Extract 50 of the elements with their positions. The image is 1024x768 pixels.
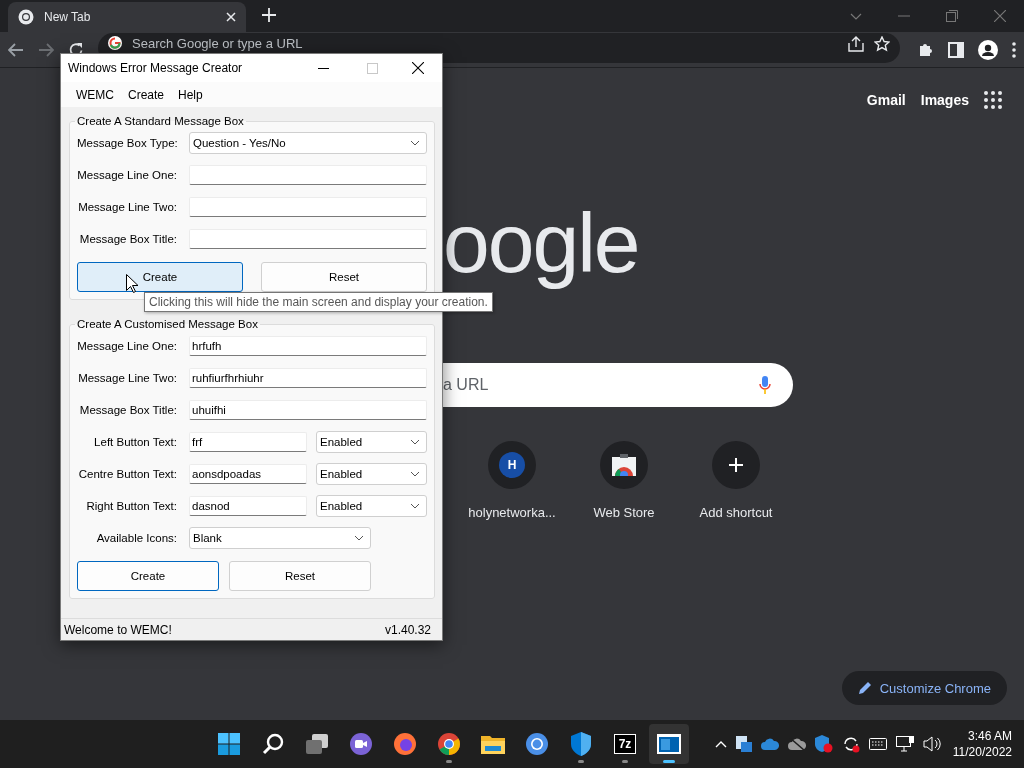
clock[interactable]: 3:46 AM 11/20/2022 [952, 728, 1012, 760]
site-letter-icon: H [499, 452, 525, 478]
header-link[interactable]: Images [920, 92, 969, 108]
text-field[interactable]: uhuifhi [189, 400, 427, 420]
status-message: Welcome to WEMC! [64, 622, 172, 637]
customize-button[interactable]: Customize Chrome [841, 671, 1007, 705]
field-label: Message Line Two: [77, 372, 177, 384]
menu-item[interactable]: Help [171, 87, 210, 102]
address-placeholder: Search Google or type a URL [132, 36, 304, 51]
dropdown[interactable]: Question - Yes/No [189, 132, 427, 154]
tooltip: Clicking this will hide the main screen and display your creation. [144, 292, 493, 312]
field-label: Right Button Text: [85, 500, 177, 512]
dialog-button[interactable]: Reset [261, 262, 427, 292]
dialog-button[interactable]: Create [77, 561, 219, 591]
dropdown[interactable]: Enabled [316, 463, 427, 485]
shortcut-label[interactable]: Web Store [593, 505, 655, 520]
dialog-button[interactable]: Create [77, 262, 243, 292]
text-field[interactable]: hrfufh [189, 336, 427, 356]
dropdown[interactable]: Enabled [316, 431, 427, 453]
field-label: Message Line One: [77, 340, 177, 352]
text-field[interactable]: dasnod [189, 496, 307, 516]
search-field[interactable]: a URL [443, 363, 793, 407]
field-label: Left Button Text: [93, 436, 177, 448]
version-label: v1.40.32 [384, 622, 431, 637]
tab-title: New Tab [44, 10, 92, 24]
shortcut-label[interactable]: Add shortcut [699, 505, 773, 520]
dialog-button[interactable]: Reset [229, 561, 371, 591]
shortcut-button[interactable]: H [488, 441, 536, 489]
field-label: Available Icons: [95, 532, 177, 544]
field-label: Message Box Title: [78, 404, 177, 416]
header-link[interactable]: Gmail [866, 92, 906, 108]
field-label: Message Line One: [77, 169, 177, 181]
group-title: Create A Customised Message Box [76, 318, 259, 330]
window-title: Windows Error Message Creator [68, 61, 244, 75]
text-field[interactable]: aonsdpoadas [189, 464, 307, 484]
field-label: Message Box Type: [77, 137, 177, 149]
dropdown[interactable]: Enabled [316, 495, 427, 517]
browser-tab[interactable]: New Tab [8, 2, 246, 32]
group-title: Create A Standard Message Box [76, 115, 245, 127]
menu-item[interactable]: Create [121, 87, 172, 102]
text-field[interactable]: ruhfiurfhrhiuhr [189, 368, 427, 388]
dropdown[interactable]: Blank [189, 527, 371, 549]
text-field[interactable]: frf [189, 432, 307, 452]
field-label: Message Line Two: [77, 201, 177, 213]
shortcut-label[interactable]: holynetworka... [468, 505, 556, 520]
archiver-icon[interactable]: 7z [614, 734, 636, 754]
field-label: Message Box Title: [78, 233, 177, 245]
taskbar-button[interactable]: 7z [605, 724, 645, 764]
menu-item[interactable]: WEMC [69, 87, 121, 102]
field-label: Centre Button Text: [77, 468, 177, 480]
